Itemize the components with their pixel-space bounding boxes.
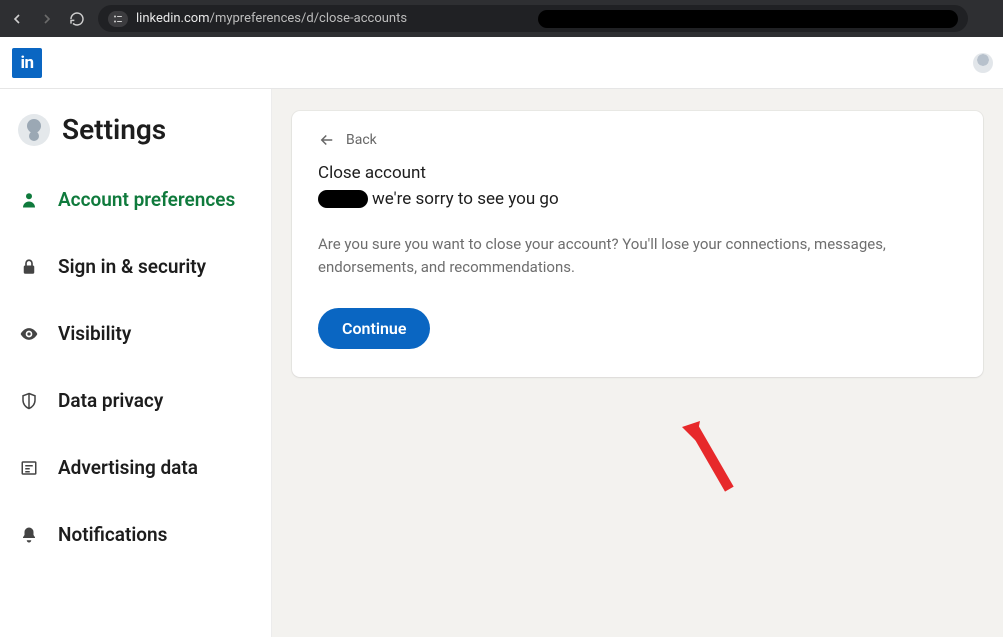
sidebar-item-label: Account preferences bbox=[58, 188, 235, 211]
settings-sidebar: Settings Account preferences Sign in & s… bbox=[0, 89, 272, 637]
main-content: Back Close account we're sorry to see yo… bbox=[272, 89, 1003, 637]
app-header: in bbox=[0, 37, 1003, 89]
annotation-arrow bbox=[676, 419, 756, 519]
back-button[interactable]: Back bbox=[318, 131, 957, 149]
sidebar-item-visibility[interactable]: Visibility bbox=[0, 300, 271, 367]
card-subtitle: we're sorry to see you go bbox=[318, 189, 957, 209]
eye-icon bbox=[18, 323, 40, 345]
sidebar-item-data-privacy[interactable]: Data privacy bbox=[0, 367, 271, 434]
browser-toolbar: linkedin.com/mypreferences/d/close-accou… bbox=[0, 0, 1003, 37]
bell-icon bbox=[18, 524, 40, 546]
person-icon bbox=[18, 189, 40, 211]
continue-button[interactable]: Continue bbox=[318, 308, 430, 349]
sidebar-item-notifications[interactable]: Notifications bbox=[0, 501, 271, 568]
sidebar-item-sign-in-security[interactable]: Sign in & security bbox=[0, 233, 271, 300]
card-title: Close account bbox=[318, 163, 957, 183]
sidebar-item-label: Visibility bbox=[58, 322, 131, 345]
browser-address-bar[interactable]: linkedin.com/mypreferences/d/close-accou… bbox=[98, 5, 968, 32]
redacted-region bbox=[538, 10, 958, 28]
card-subtitle-text: we're sorry to see you go bbox=[372, 189, 559, 209]
browser-url: linkedin.com/mypreferences/d/close-accou… bbox=[136, 11, 407, 26]
browser-back-button[interactable] bbox=[8, 10, 26, 28]
card-body-text: Are you sure you want to close your acco… bbox=[318, 233, 957, 278]
back-label: Back bbox=[346, 132, 377, 148]
settings-avatar-icon bbox=[18, 114, 50, 146]
lock-icon bbox=[18, 256, 40, 278]
site-info-icon[interactable] bbox=[108, 11, 128, 27]
newspaper-icon bbox=[18, 457, 40, 479]
sidebar-item-label: Advertising data bbox=[58, 456, 198, 479]
settings-title: Settings bbox=[62, 113, 166, 146]
sidebar-item-label: Notifications bbox=[58, 523, 167, 546]
linkedin-logo[interactable]: in bbox=[12, 48, 42, 78]
sidebar-item-account-preferences[interactable]: Account preferences bbox=[0, 166, 271, 233]
settings-nav-list: Account preferences Sign in & security V… bbox=[0, 166, 271, 568]
shield-icon bbox=[18, 390, 40, 412]
profile-avatar[interactable] bbox=[973, 53, 993, 73]
redacted-name bbox=[318, 190, 368, 208]
sidebar-item-label: Data privacy bbox=[58, 389, 163, 412]
sidebar-item-advertising-data[interactable]: Advertising data bbox=[0, 434, 271, 501]
sidebar-item-label: Sign in & security bbox=[58, 255, 206, 278]
settings-heading: Settings bbox=[0, 113, 271, 166]
close-account-card: Back Close account we're sorry to see yo… bbox=[292, 111, 983, 377]
browser-forward-button[interactable] bbox=[38, 10, 56, 28]
arrow-left-icon bbox=[318, 131, 336, 149]
browser-reload-button[interactable] bbox=[68, 10, 86, 28]
